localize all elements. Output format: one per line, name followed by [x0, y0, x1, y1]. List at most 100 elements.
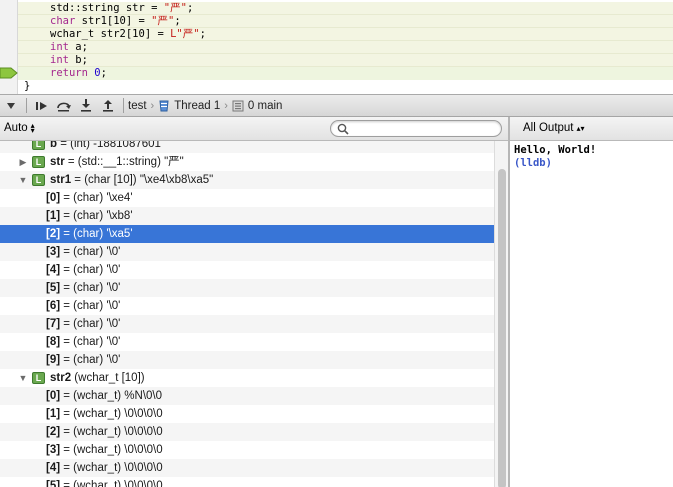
variable-row[interactable]: ▼ Lstr2 (wchar_t [10]): [0, 369, 494, 387]
variable-row[interactable]: [1] = (char) '\xb8': [0, 207, 494, 225]
code-editor[interactable]: std::string str = "严"; char str1[10] = "严…: [0, 0, 673, 94]
variable-text: [0] = (wchar_t) %N\0\0: [46, 387, 162, 405]
variable-row[interactable]: [3] = (char) '\0': [0, 243, 494, 261]
console-output[interactable]: Hello, World! (lldb): [510, 141, 673, 487]
variable-row[interactable]: [5] = (char) '\0': [0, 279, 494, 297]
variable-text: [3] = (wchar_t) \0\0\0\0: [46, 441, 163, 459]
code-token: return: [50, 67, 88, 79]
code-line[interactable]: return 0;: [18, 67, 673, 80]
variable-text: str = (std::__1::string) "严": [50, 153, 184, 171]
variable-value: = (wchar_t) \0\0\0\0: [60, 426, 163, 438]
variable-text: [2] = (wchar_t) \0\0\0\0: [46, 423, 163, 441]
toggle-debug-area-button[interactable]: [0, 95, 22, 116]
variable-value: = (char) '\0': [60, 264, 121, 276]
disclosure-open-icon[interactable]: ▼: [18, 171, 28, 189]
variable-text: [4] = (char) '\0': [46, 261, 120, 279]
search-input[interactable]: [351, 122, 496, 135]
variable-name: [0]: [46, 390, 61, 402]
code-token: int: [50, 41, 69, 53]
variable-text: [9] = (char) '\0': [46, 351, 120, 369]
line-gutter[interactable]: [0, 0, 18, 94]
breadcrumb-project[interactable]: test: [128, 100, 147, 112]
breadcrumb: test › Thread 1 › 0 main: [128, 100, 282, 112]
separator: [123, 98, 124, 113]
variable-name: [6]: [46, 300, 61, 312]
variable-value: = (char) '\0': [60, 282, 121, 294]
scrollbar-thumb[interactable]: [498, 169, 506, 487]
variable-row[interactable]: [4] = (char) '\0': [0, 261, 494, 279]
variable-row[interactable]: [6] = (char) '\0': [0, 297, 494, 315]
variable-row[interactable]: [8] = (char) '\0': [0, 333, 494, 351]
search-field[interactable]: [330, 120, 502, 137]
instruction-pointer-icon[interactable]: [0, 67, 18, 79]
variable-name: [0]: [46, 192, 61, 204]
output-filter-popup[interactable]: All Output ▴▾: [523, 122, 585, 134]
variable-name: [3]: [46, 246, 61, 258]
disclosure-down-icon: [7, 102, 15, 109]
variable-value: = (wchar_t) \0\0\0\0: [60, 408, 163, 420]
variable-row[interactable]: Lb = (int) -1881087601: [0, 141, 494, 153]
code-line[interactable]: int b;: [18, 54, 673, 67]
variable-text: [2] = (char) '\xa5': [46, 225, 133, 243]
variable-text: [7] = (char) '\0': [46, 315, 120, 333]
code-token: ;: [199, 28, 206, 40]
code-token: a;: [68, 41, 88, 53]
scope-popup[interactable]: Auto ▴ ▾: [4, 121, 35, 135]
code-token: ;: [100, 67, 107, 79]
variable-row[interactable]: ▶ Lstr = (std::__1::string) "严": [0, 153, 494, 171]
variable-row[interactable]: [3] = (wchar_t) \0\0\0\0: [0, 441, 494, 459]
code-line[interactable]: int a;: [18, 41, 673, 54]
variable-value: = (wchar_t) \0\0\0\0: [60, 444, 163, 456]
code-token: ;: [174, 15, 181, 27]
variable-value: = (char) '\0': [60, 354, 121, 366]
variable-row[interactable]: [5] = (wchar_t) \0\0\0\0: [0, 477, 494, 487]
variable-value: = (char) '\0': [60, 336, 121, 348]
variable-value: = (char) '\xa5': [60, 228, 133, 240]
thread-icon: [159, 100, 169, 111]
variable-name: [3]: [46, 444, 61, 456]
variable-text: str2 (wchar_t [10]): [50, 369, 145, 387]
disclosure-open-icon[interactable]: ▼: [18, 369, 28, 387]
local-variable-icon: L: [32, 372, 45, 384]
variable-text: [5] = (char) '\0': [46, 279, 120, 297]
variable-row[interactable]: [4] = (wchar_t) \0\0\0\0: [0, 459, 494, 477]
variables-scrollbar[interactable]: [494, 141, 508, 487]
code-line[interactable]: wchar_t str2[10] = L"严";: [18, 28, 673, 41]
stack-frame-icon: [232, 100, 244, 111]
code-line[interactable]: }: [18, 80, 673, 93]
variable-row[interactable]: ▼ Lstr1 = (char [10]) "\xe4\xb8\xa5": [0, 171, 494, 189]
variable-value: = (wchar_t) \0\0\0\0: [60, 462, 163, 474]
step-over-button[interactable]: [53, 95, 75, 116]
variable-text: [8] = (char) '\0': [46, 333, 120, 351]
breadcrumb-frame[interactable]: 0 main: [248, 100, 283, 112]
continue-button[interactable]: [31, 95, 53, 116]
variable-row[interactable]: [2] = (wchar_t) \0\0\0\0: [0, 423, 494, 441]
breadcrumb-thread[interactable]: Thread 1: [174, 100, 220, 112]
disclosure-closed-icon[interactable]: ▶: [18, 153, 28, 171]
variable-row[interactable]: [0] = (char) '\xe4': [0, 189, 494, 207]
code-line[interactable]: std::string str = "严";: [18, 2, 673, 15]
up-down-arrows-icon: ▴▾: [576, 123, 585, 133]
variable-name: [1]: [46, 210, 61, 222]
local-variable-icon: L: [32, 156, 45, 168]
variable-row[interactable]: [1] = (wchar_t) \0\0\0\0: [0, 405, 494, 423]
variable-value: (wchar_t [10]): [71, 372, 145, 384]
variable-row[interactable]: [0] = (wchar_t) %N\0\0: [0, 387, 494, 405]
console-prompt: (lldb): [514, 157, 552, 169]
step-out-icon: [103, 100, 113, 112]
variable-name: str2: [50, 372, 72, 384]
variable-row[interactable]: [2] = (char) '\xa5': [0, 225, 494, 243]
step-into-button[interactable]: [75, 95, 97, 116]
up-down-arrows-icon: ▴▾: [30, 121, 35, 135]
variable-text: b = (int) -1881087601: [50, 141, 161, 153]
step-out-button[interactable]: [97, 95, 119, 116]
variable-value: = (int) -1881087601: [57, 141, 161, 150]
variables-list[interactable]: Lb = (int) -1881087601 ▶ Lstr = (std::__1:…: [0, 141, 494, 487]
code-token: ;: [186, 2, 194, 14]
variable-row[interactable]: [7] = (char) '\0': [0, 315, 494, 333]
variable-row[interactable]: [9] = (char) '\0': [0, 351, 494, 369]
variables-header: Auto ▴ ▾: [0, 117, 508, 141]
variable-value: = (char) '\0': [60, 300, 121, 312]
variable-value: = (char) '\xb8': [60, 210, 133, 222]
code-line[interactable]: char str1[10] = "严";: [18, 15, 673, 28]
